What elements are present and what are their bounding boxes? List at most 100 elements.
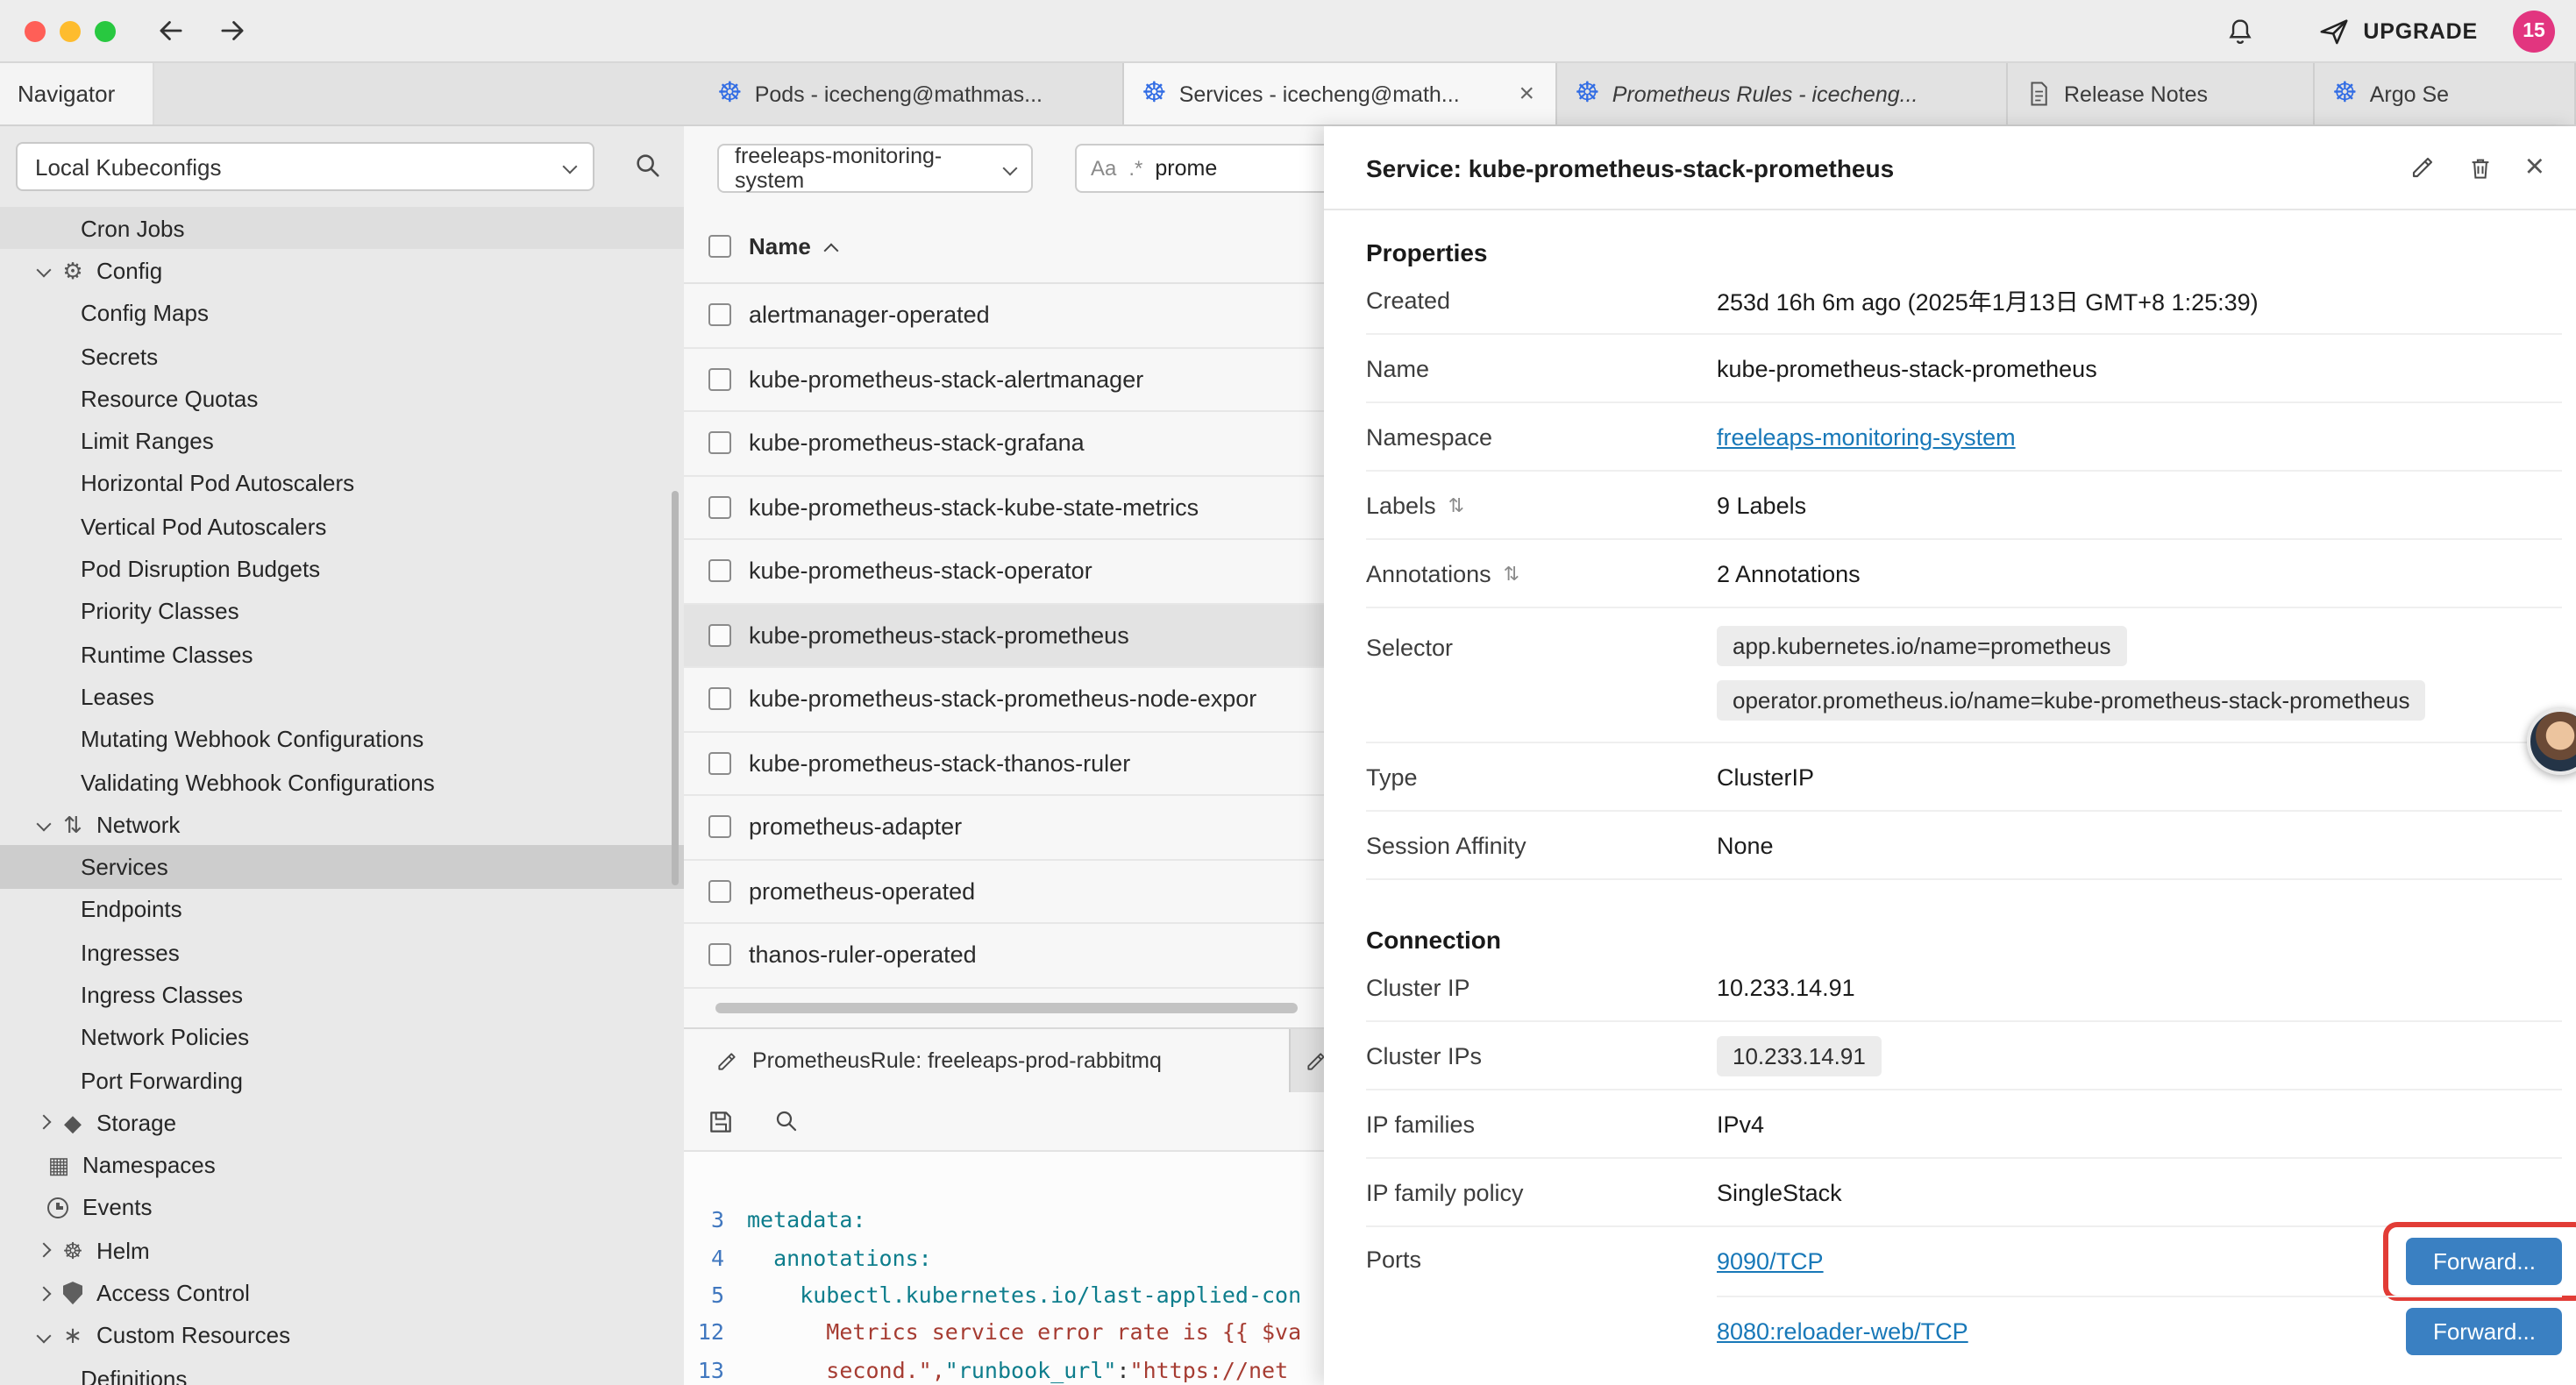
sidebar-item-config[interactable]: ⚙Config <box>0 250 684 293</box>
search-input[interactable]: Aa .* prome <box>1075 144 1324 193</box>
sidebar-scrollbar[interactable] <box>672 491 679 885</box>
row-checkbox[interactable] <box>708 368 731 391</box>
sidebar-item-mutating-webhook-configurations[interactable]: Mutating Webhook Configurations <box>0 718 684 761</box>
close-tab-icon[interactable]: × <box>1515 79 1538 109</box>
regex-toggle[interactable]: .* <box>1128 156 1142 181</box>
row-checkbox[interactable] <box>708 624 731 647</box>
sidebar-item-ingresses[interactable]: Ingresses <box>0 931 684 974</box>
sidebar-item-ingress-classes[interactable]: Ingress Classes <box>0 974 684 1017</box>
row-checkbox[interactable] <box>708 560 731 583</box>
table-row[interactable]: prometheus-adapter <box>684 796 1324 860</box>
yaml-editor[interactable]: 3metadata:4 annotations:5 kubectl.kubern… <box>684 1152 1324 1385</box>
sidebar-item-port-forwarding[interactable]: Port Forwarding <box>0 1059 684 1102</box>
row-checkbox[interactable] <box>708 304 731 327</box>
tab-services-icecheng-math[interactable]: ☸Services - icecheng@math...× <box>1124 63 1557 124</box>
table-row[interactable]: kube-prometheus-stack-grafana <box>684 412 1324 476</box>
table-row[interactable]: alertmanager-operated <box>684 284 1324 348</box>
port-link[interactable]: 8080:reloader-web/TCP <box>1717 1318 1968 1344</box>
tab-prometheus-rules-icecheng[interactable]: ☸Prometheus Rules - icecheng... <box>1557 63 2008 124</box>
sidebar-item-cron-jobs[interactable]: Cron Jobs <box>0 207 684 250</box>
forward-button[interactable]: Forward... <box>2407 1238 2562 1285</box>
row-name: thanos-ruler-operated <box>749 942 977 969</box>
notification-badge[interactable]: 15 <box>2513 10 2555 52</box>
forward-button[interactable] <box>216 14 249 47</box>
edit-button[interactable] <box>2409 154 2436 181</box>
close-window-button[interactable] <box>25 20 46 41</box>
sidebar-item-namespaces[interactable]: ▦Namespaces <box>0 1144 684 1187</box>
delete-button[interactable] <box>2467 153 2494 181</box>
row-checkbox[interactable] <box>708 496 731 519</box>
sidebar-item-limit-ranges[interactable]: Limit Ranges <box>0 420 684 463</box>
dock-tab-partial[interactable] <box>1291 1029 1324 1092</box>
row-checkbox[interactable] <box>708 432 731 455</box>
row-checkbox[interactable] <box>708 688 731 711</box>
sidebar-item-services[interactable]: Services <box>0 846 684 889</box>
chevron-right-icon <box>37 1286 52 1301</box>
close-detail-button[interactable]: × <box>2525 151 2544 184</box>
sidebar-item-horizontal-pod-autoscalers[interactable]: Horizontal Pod Autoscalers <box>0 463 684 506</box>
tab-pods-icecheng-mathmas[interactable]: ☸Pods - icecheng@mathmas... <box>700 63 1124 124</box>
table-row[interactable]: kube-prometheus-stack-operator <box>684 540 1324 604</box>
sort-toggle-icon[interactable]: ⇅ <box>1504 562 1519 585</box>
sort-toggle-icon[interactable]: ⇅ <box>1448 494 1464 516</box>
table-row[interactable]: kube-prometheus-stack-kube-state-metrics <box>684 476 1324 540</box>
sidebar-item-vertical-pod-autoscalers[interactable]: Vertical Pod Autoscalers <box>0 505 684 548</box>
row-checkbox[interactable] <box>708 752 731 775</box>
row-checkbox[interactable] <box>708 944 731 967</box>
sidebar-item-definitions[interactable]: Definitions <box>0 1357 684 1385</box>
sidebar-item-config-maps[interactable]: Config Maps <box>0 292 684 335</box>
sidebar-item-pod-disruption-budgets[interactable]: Pod Disruption Budgets <box>0 548 684 591</box>
minimize-window-button[interactable] <box>60 20 81 41</box>
sidebar-item-leases[interactable]: Leases <box>0 676 684 719</box>
sidebar-item-events[interactable]: Events <box>0 1187 684 1230</box>
select-all-checkbox[interactable] <box>708 235 731 258</box>
sidebar-item-helm[interactable]: ☸Helm <box>0 1229 684 1272</box>
table-row[interactable]: kube-prometheus-stack-prometheus <box>684 604 1324 668</box>
notifications-bell-icon[interactable] <box>2224 15 2254 46</box>
dock-tab-prometheusrule[interactable]: PrometheusRule: freeleaps-prod-rabbitmq <box>684 1029 1291 1092</box>
dock-panel: PrometheusRule: freeleaps-prod-rabbitmq … <box>684 1027 1324 1385</box>
sidebar-item-resource-quotas[interactable]: Resource Quotas <box>0 377 684 420</box>
tab-release-notes[interactable]: Release Notes <box>2008 63 2315 124</box>
sidebar-item-access-control[interactable]: Access Control <box>0 1272 684 1315</box>
editor-line: 13 second.","runbook_url":"https://net <box>684 1351 1324 1385</box>
sidebar-item-network-policies[interactable]: Network Policies <box>0 1016 684 1059</box>
sidebar-item-secrets[interactable]: Secrets <box>0 335 684 378</box>
forward-button-wrap: Forward... <box>2407 1307 2562 1354</box>
sidebar-item-validating-webhook-configurations[interactable]: Validating Webhook Configurations <box>0 761 684 804</box>
table-row[interactable]: thanos-ruler-operated <box>684 924 1324 988</box>
upgrade-button[interactable]: UPGRADE <box>2317 15 2478 46</box>
row-checkbox[interactable] <box>708 816 731 839</box>
table-row[interactable]: kube-prometheus-stack-thanos-ruler <box>684 732 1324 796</box>
sidebar-search-button[interactable] <box>633 151 663 181</box>
sidebar-item-endpoints[interactable]: Endpoints <box>0 889 684 932</box>
row-checkbox[interactable] <box>708 880 731 903</box>
sidebar-item-priority-classes[interactable]: Priority Classes <box>0 590 684 633</box>
grid-icon: ▦ <box>46 1154 72 1176</box>
kubeconfig-selector[interactable]: Local Kubeconfigs <box>16 142 594 191</box>
namespace-link[interactable]: freeleaps-monitoring-system <box>1717 423 2016 450</box>
main-toolbar: freeleaps-monitoring-system Aa .* prome <box>684 126 1324 210</box>
sidebar-item-custom-resources[interactable]: ∗Custom Resources <box>0 1314 684 1357</box>
namespace-filter-select[interactable]: freeleaps-monitoring-system <box>717 144 1033 193</box>
match-case-toggle[interactable]: Aa <box>1091 156 1116 181</box>
column-header-name[interactable]: Name <box>749 233 811 259</box>
horizontal-scrollbar[interactable] <box>715 1003 1298 1013</box>
tab-argo-se[interactable]: ☸Argo Se <box>2315 63 2576 124</box>
property-value: kube-prometheus-stack-prometheus <box>1717 355 2562 381</box>
table-row[interactable]: kube-prometheus-stack-alertmanager <box>684 348 1324 412</box>
back-button[interactable] <box>154 14 188 47</box>
table-row[interactable]: prometheus-operated <box>684 860 1324 924</box>
sidebar-item-runtime-classes[interactable]: Runtime Classes <box>0 633 684 676</box>
table-row[interactable]: kube-prometheus-stack-prometheus-node-ex… <box>684 668 1324 732</box>
forward-button[interactable]: Forward... <box>2407 1307 2562 1354</box>
port-link[interactable]: 9090/TCP <box>1717 1248 1824 1275</box>
property-value: app.kubernetes.io/name=prometheusoperato… <box>1717 626 2562 721</box>
code-segment: "https://net <box>1130 1357 1289 1383</box>
zoom-window-button[interactable] <box>95 20 116 41</box>
property-text: 9 Labels <box>1717 492 1806 518</box>
editor-search-button[interactable] <box>773 1108 800 1134</box>
sidebar-item-storage[interactable]: ◆Storage <box>0 1101 684 1144</box>
save-button[interactable] <box>707 1107 735 1135</box>
sidebar-item-network[interactable]: ⇅Network <box>0 803 684 846</box>
